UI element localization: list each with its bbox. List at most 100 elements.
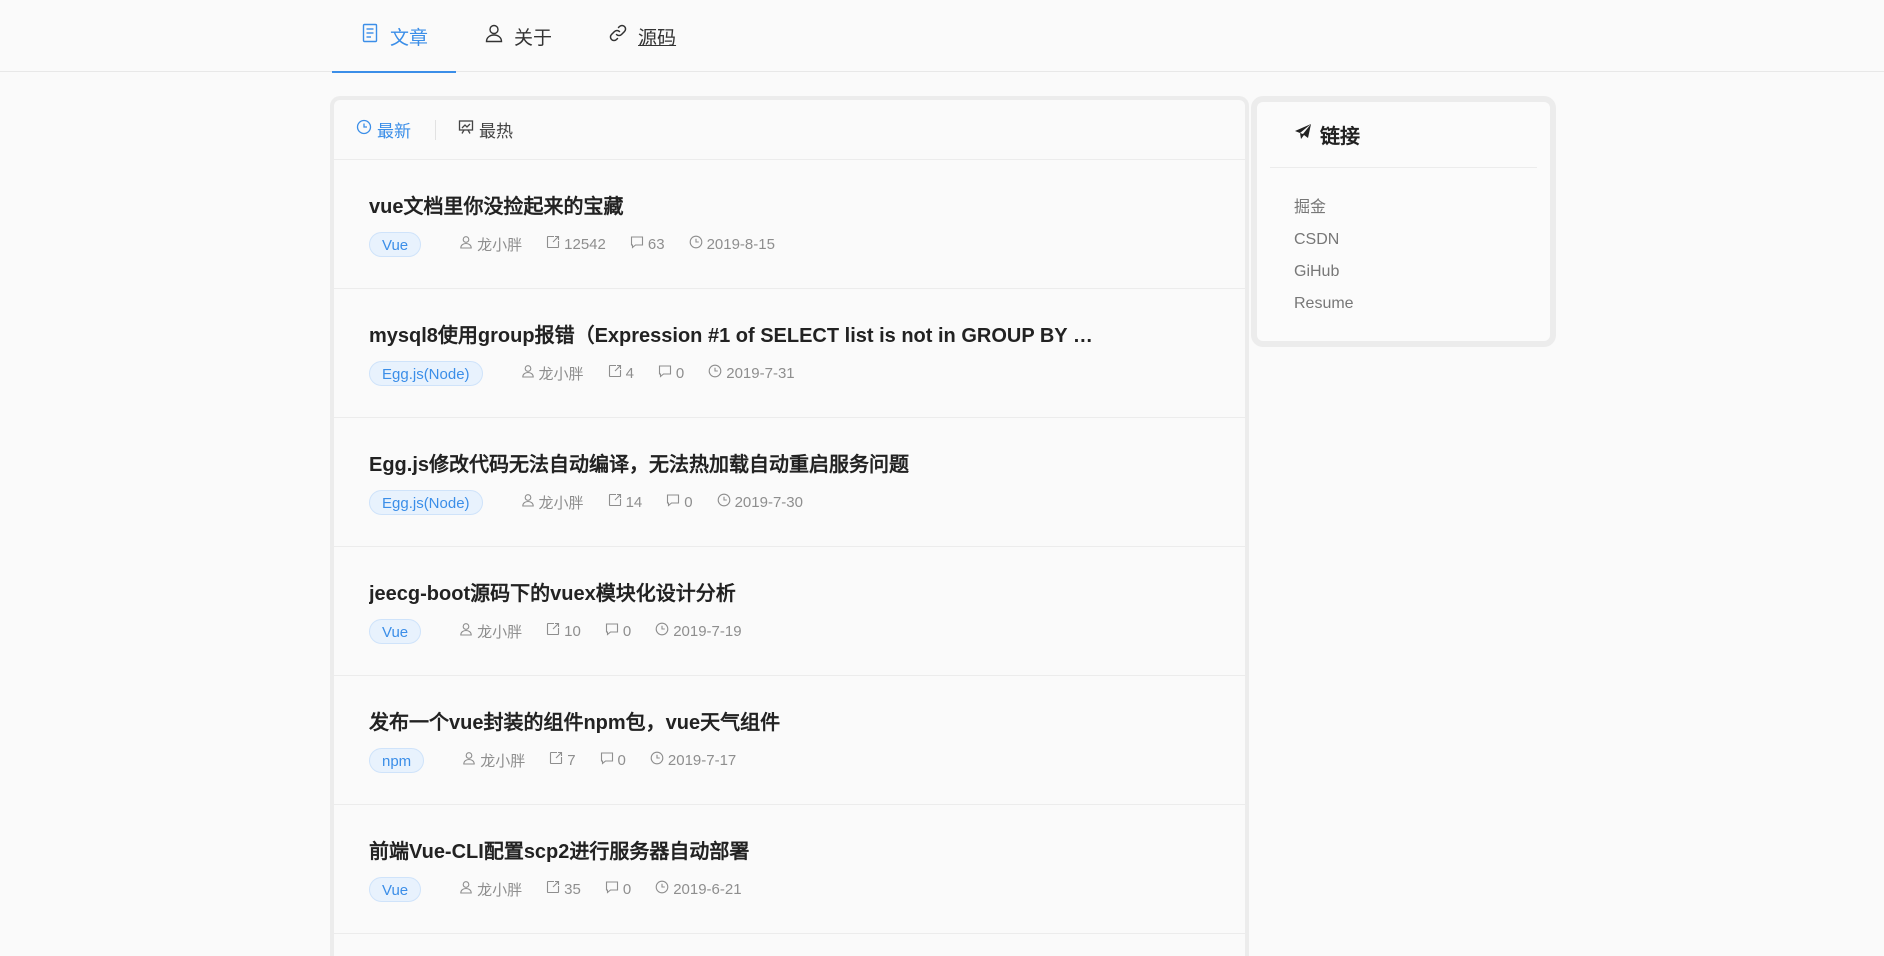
article-views: 7 xyxy=(549,751,576,769)
comment-icon xyxy=(605,622,619,640)
links-header: 链接 xyxy=(1270,102,1537,168)
article-views: 12542 xyxy=(546,235,606,253)
article-views-count: 10 xyxy=(564,622,581,640)
user-icon xyxy=(459,880,473,898)
article-views: 4 xyxy=(608,364,634,382)
article-date-text: 2019-6-21 xyxy=(673,880,742,898)
sort-newest[interactable]: 最新 xyxy=(356,117,411,142)
comment-icon xyxy=(658,364,672,382)
article-comments: 0 xyxy=(658,364,684,382)
article-tag[interactable]: Vue xyxy=(369,231,422,257)
tab-articles[interactable]: 文章 xyxy=(332,0,457,73)
article-title[interactable]: vue文档里你没捡起来的宝藏 xyxy=(369,194,1099,220)
article-date-text: 2019-7-31 xyxy=(726,364,795,382)
article-date-text: 2019-7-19 xyxy=(673,622,742,640)
article-author-name: 龙小胖 xyxy=(477,236,523,254)
article-views-count: 7 xyxy=(567,751,576,769)
article-item: jeecg-boot源码下的vuex模块化设计分析 Vue 龙小胖 10 0 2… xyxy=(334,547,1245,676)
article-tag[interactable]: npm xyxy=(369,747,425,773)
article-views: 10 xyxy=(546,622,581,640)
article-comments-count: 0 xyxy=(622,622,632,640)
clock-icon xyxy=(689,235,703,253)
article-meta: Egg.js(Node) 龙小胖 4 0 2019-7-31 xyxy=(369,360,1245,386)
article-views-count: 35 xyxy=(564,880,581,898)
user-icon xyxy=(521,364,535,382)
article-views-count: 14 xyxy=(625,493,643,511)
article-author-name: 龙小胖 xyxy=(477,881,523,899)
tab-source[interactable]: 源码 xyxy=(580,0,704,72)
article-author: 龙小胖 xyxy=(462,750,525,771)
article-item: Egg.js修改代码无法自动编译，无法热加载自动重启服务问题 Egg.js(No… xyxy=(334,418,1245,547)
user-icon xyxy=(459,622,473,640)
article-title[interactable]: mysql8使用group报错（Expression #1 of SELECT … xyxy=(369,323,1099,349)
top-navigation: 文章 关于 源码 xyxy=(0,0,1884,73)
comment-icon xyxy=(605,880,619,898)
article-item: 前端Vue-CLI配置scp2进行服务器自动部署 Vue 龙小胖 35 0 20… xyxy=(334,805,1245,934)
article-comments-count: 0 xyxy=(622,880,632,898)
link-github[interactable]: GiHub xyxy=(1294,256,1550,288)
chart-board-icon xyxy=(458,119,474,140)
article-date-text: 2019-7-17 xyxy=(667,751,737,769)
article-title[interactable]: 前端Vue-CLI配置scp2进行服务器自动部署 xyxy=(369,839,1099,865)
tab-about-label: 关于 xyxy=(514,27,553,49)
article-views-count: 4 xyxy=(625,364,634,382)
article-comments-count: 0 xyxy=(617,751,626,769)
sort-bar: 最新 最热 xyxy=(334,100,1245,160)
article-title[interactable]: Egg.js修改代码无法自动编译，无法热加载自动重启服务问题 xyxy=(369,452,1099,478)
comment-icon xyxy=(666,493,680,511)
paper-plane-icon xyxy=(1294,123,1312,147)
article-date: 2019-7-31 xyxy=(708,364,795,382)
article-item: mysql8使用group报错（Expression #1 of SELECT … xyxy=(334,289,1245,418)
article-title[interactable]: 发布一个vue封装的组件npm包，vue天气组件 xyxy=(369,710,1099,736)
article-tag[interactable]: Egg.js(Node) xyxy=(369,489,483,515)
link-juejin[interactable]: 掘金 xyxy=(1294,192,1550,224)
article-comments-count: 63 xyxy=(647,235,665,253)
user-icon xyxy=(484,23,504,49)
tab-about[interactable]: 关于 xyxy=(456,0,580,72)
article-author: 龙小胖 xyxy=(521,363,584,384)
article-date: 2019-7-30 xyxy=(717,493,803,511)
article-meta: Egg.js(Node) 龙小胖 14 0 2019-7-30 xyxy=(369,489,1245,515)
article-date-text: 2019-7-30 xyxy=(734,493,803,511)
article-tag[interactable]: Vue xyxy=(369,618,422,644)
article-tag[interactable]: Egg.js(Node) xyxy=(369,360,483,386)
views-icon xyxy=(608,493,622,511)
links-list: 掘金 CSDN GiHub Resume xyxy=(1257,168,1550,320)
article-title[interactable]: jeecg-boot源码下的vuex模块化设计分析 xyxy=(369,581,1099,607)
link-icon xyxy=(608,23,628,49)
views-icon xyxy=(546,622,560,640)
article-meta: Vue 龙小胖 10 0 2019-7-19 xyxy=(369,618,1245,644)
link-csdn[interactable]: CSDN xyxy=(1294,224,1550,256)
article-author-name: 龙小胖 xyxy=(538,494,584,512)
views-icon xyxy=(608,364,622,382)
comment-icon xyxy=(630,235,644,253)
article-author-name: 龙小胖 xyxy=(480,752,526,770)
article-meta: Vue 龙小胖 35 0 2019-6-21 xyxy=(369,876,1245,902)
sort-hottest[interactable]: 最热 xyxy=(458,117,513,142)
link-resume[interactable]: Resume xyxy=(1294,288,1550,320)
sort-hottest-label: 最热 xyxy=(479,122,513,141)
article-views: 35 xyxy=(546,880,581,898)
user-icon xyxy=(521,493,535,511)
article-comments: 0 xyxy=(605,622,631,640)
views-icon xyxy=(546,880,560,898)
article-comments-count: 0 xyxy=(675,364,685,382)
article-author-name: 龙小胖 xyxy=(538,365,584,383)
article-comments-count: 0 xyxy=(684,493,693,511)
article-meta: Vue 龙小胖 12542 63 2019-8-15 xyxy=(369,231,1245,257)
document-icon xyxy=(360,23,380,49)
links-title: 链接 xyxy=(1320,126,1360,148)
views-icon xyxy=(546,235,560,253)
article-date: 2019-7-19 xyxy=(655,622,742,640)
article-comments: 0 xyxy=(600,751,626,769)
article-list-card: 最新 最热 vue文档里你没捡起来的宝藏 Vue 龙小胖 12542 63 20… xyxy=(330,96,1249,956)
article-tag[interactable]: Vue xyxy=(369,876,422,902)
clock-icon xyxy=(356,119,372,140)
article-date: 2019-7-17 xyxy=(650,751,736,769)
clock-icon xyxy=(717,493,731,511)
article-author: 龙小胖 xyxy=(459,879,522,900)
clock-icon xyxy=(655,880,669,898)
article-author: 龙小胖 xyxy=(459,621,522,642)
user-icon xyxy=(459,235,473,253)
article-date-text: 2019-8-15 xyxy=(706,235,775,253)
